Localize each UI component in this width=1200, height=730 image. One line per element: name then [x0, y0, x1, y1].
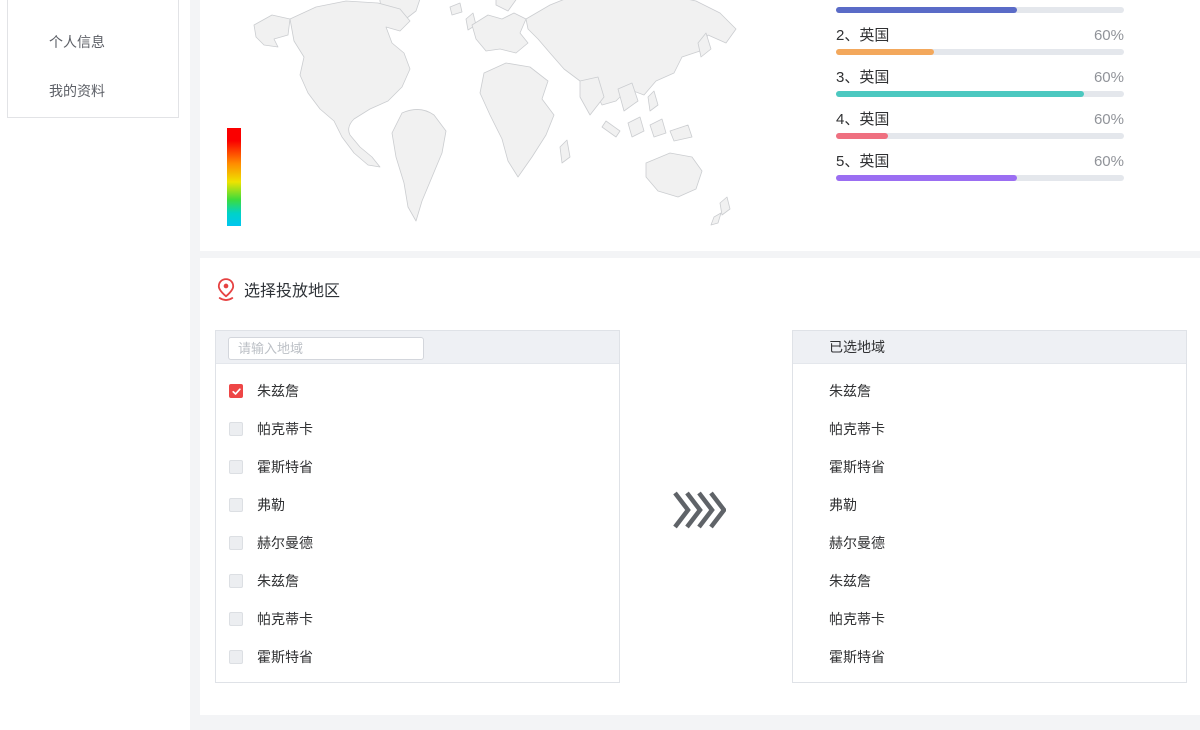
region-option-label: 赫尔曼德 — [257, 533, 313, 553]
sidebar-item-label: 个人信息 — [49, 34, 105, 50]
ranking-bar-fill — [836, 91, 1084, 97]
ranking-bar-track — [836, 133, 1124, 139]
region-option-label: 帕克蒂卡 — [257, 609, 313, 629]
ranking-label: 4、英国 — [836, 111, 889, 129]
ranking-row: 5、英国 60% — [836, 153, 1124, 195]
source-panel-header — [216, 331, 619, 364]
sidebar-item-personal-info[interactable]: 个人信息 — [8, 31, 178, 53]
region-option-label: 帕克蒂卡 — [257, 419, 313, 439]
region-option-row[interactable]: 朱兹詹 — [216, 372, 619, 410]
ranking-label: 1、英国 — [836, 0, 889, 3]
ranking-row: 2、英国 60% — [836, 27, 1124, 69]
selected-region-row: 帕克蒂卡 — [793, 410, 1186, 448]
selected-region-label: 朱兹詹 — [829, 381, 871, 401]
selected-region-row: 霍斯特省 — [793, 638, 1186, 676]
region-checkbox[interactable] — [229, 574, 243, 588]
region-option-row[interactable]: 朱兹詹 — [216, 562, 619, 600]
ranking-row: 1、英国 60% — [836, 0, 1124, 27]
region-option-row[interactable]: 霍斯特省 — [216, 638, 619, 676]
region-checkbox[interactable] — [229, 422, 243, 436]
region-option-label: 弗勒 — [257, 495, 285, 515]
selected-region-row: 霍斯特省 — [793, 448, 1186, 486]
sidebar-item-my-profile[interactable]: 我的资料 — [8, 80, 178, 102]
ranking-label: 5、英国 — [836, 153, 889, 171]
region-option-row[interactable]: 霍斯特省 — [216, 448, 619, 486]
ranking-list: 1、英国 60% 2、英国 60% 3、英国 60% 4、英国 60% 5、英国… — [836, 0, 1124, 195]
ranking-bar-fill — [836, 49, 934, 55]
sidebar: 个人信息 我的资料 — [7, 0, 179, 118]
region-checkbox[interactable] — [229, 536, 243, 550]
region-checkbox[interactable] — [229, 650, 243, 664]
region-checkbox[interactable] — [229, 384, 243, 398]
region-option-label: 霍斯特省 — [257, 457, 313, 477]
region-checkbox[interactable] — [229, 460, 243, 474]
ranking-percent: 60% — [1094, 153, 1124, 171]
region-option-label: 朱兹詹 — [257, 381, 299, 401]
selected-region-label: 帕克蒂卡 — [829, 419, 885, 439]
ranking-bar-track — [836, 7, 1124, 13]
region-option-label: 霍斯特省 — [257, 647, 313, 667]
check-icon — [231, 386, 242, 397]
ranking-percent: 60% — [1094, 69, 1124, 87]
ranking-row: 3、英国 60% — [836, 69, 1124, 111]
source-region-list: 朱兹詹 帕克蒂卡 霍斯特省 弗勒 赫尔曼德 — [216, 364, 619, 676]
source-region-panel: 朱兹詹 帕克蒂卡 霍斯特省 弗勒 赫尔曼德 — [215, 330, 620, 683]
selected-region-label: 霍斯特省 — [829, 647, 885, 667]
region-option-row[interactable]: 赫尔曼德 — [216, 524, 619, 562]
section-title-row: 选择投放地区 — [217, 276, 340, 302]
region-option-row[interactable]: 弗勒 — [216, 486, 619, 524]
region-picker-card: 选择投放地区 朱兹詹 帕克蒂卡 霍斯特省 — [200, 258, 1200, 715]
selected-region-label: 赫尔曼德 — [829, 533, 885, 553]
region-search-input[interactable] — [228, 337, 424, 360]
selected-region-row: 朱兹詹 — [793, 372, 1186, 410]
map-heat-legend — [227, 128, 241, 226]
world-map — [250, 0, 740, 243]
ranking-percent: 60% — [1094, 0, 1124, 3]
transfer-right-arrows-icon — [672, 491, 726, 529]
ranking-bar-fill — [836, 175, 1017, 181]
selected-region-panel: 已选地域 朱兹詹 帕克蒂卡 霍斯特省 弗勒 赫尔曼德 朱兹詹 帕克蒂卡 霍斯特省 — [792, 330, 1187, 683]
ranking-bar-track — [836, 91, 1124, 97]
selected-region-row: 帕克蒂卡 — [793, 600, 1186, 638]
region-checkbox[interactable] — [229, 612, 243, 626]
selected-region-label: 弗勒 — [829, 495, 857, 515]
section-title: 选择投放地区 — [244, 277, 340, 301]
region-option-row[interactable]: 帕克蒂卡 — [216, 410, 619, 448]
ranking-bar-fill — [836, 7, 1017, 13]
sidebar-item-label: 我的资料 — [49, 83, 105, 99]
ranking-label: 3、英国 — [836, 69, 889, 87]
selected-region-row: 朱兹詹 — [793, 562, 1186, 600]
ranking-percent: 60% — [1094, 27, 1124, 45]
location-pin-icon — [217, 277, 235, 302]
ranking-percent: 60% — [1094, 111, 1124, 129]
selected-panel-header: 已选地域 — [793, 331, 1186, 364]
ranking-label: 2、英国 — [836, 27, 889, 45]
map-statistics-card: 1、英国 60% 2、英国 60% 3、英国 60% 4、英国 60% 5、英国… — [200, 0, 1200, 251]
ranking-bar-track — [836, 175, 1124, 181]
selected-region-row: 弗勒 — [793, 486, 1186, 524]
region-option-row[interactable]: 帕克蒂卡 — [216, 600, 619, 638]
ranking-bar-track — [836, 49, 1124, 55]
region-option-label: 朱兹詹 — [257, 571, 299, 591]
region-checkbox[interactable] — [229, 498, 243, 512]
selected-region-list: 朱兹詹 帕克蒂卡 霍斯特省 弗勒 赫尔曼德 朱兹詹 帕克蒂卡 霍斯特省 — [793, 364, 1186, 676]
selected-region-label: 帕克蒂卡 — [829, 609, 885, 629]
ranking-row: 4、英国 60% — [836, 111, 1124, 153]
selected-region-label: 霍斯特省 — [829, 457, 885, 477]
selected-region-row: 赫尔曼德 — [793, 524, 1186, 562]
ranking-bar-fill — [836, 133, 888, 139]
selected-region-label: 朱兹詹 — [829, 571, 871, 591]
